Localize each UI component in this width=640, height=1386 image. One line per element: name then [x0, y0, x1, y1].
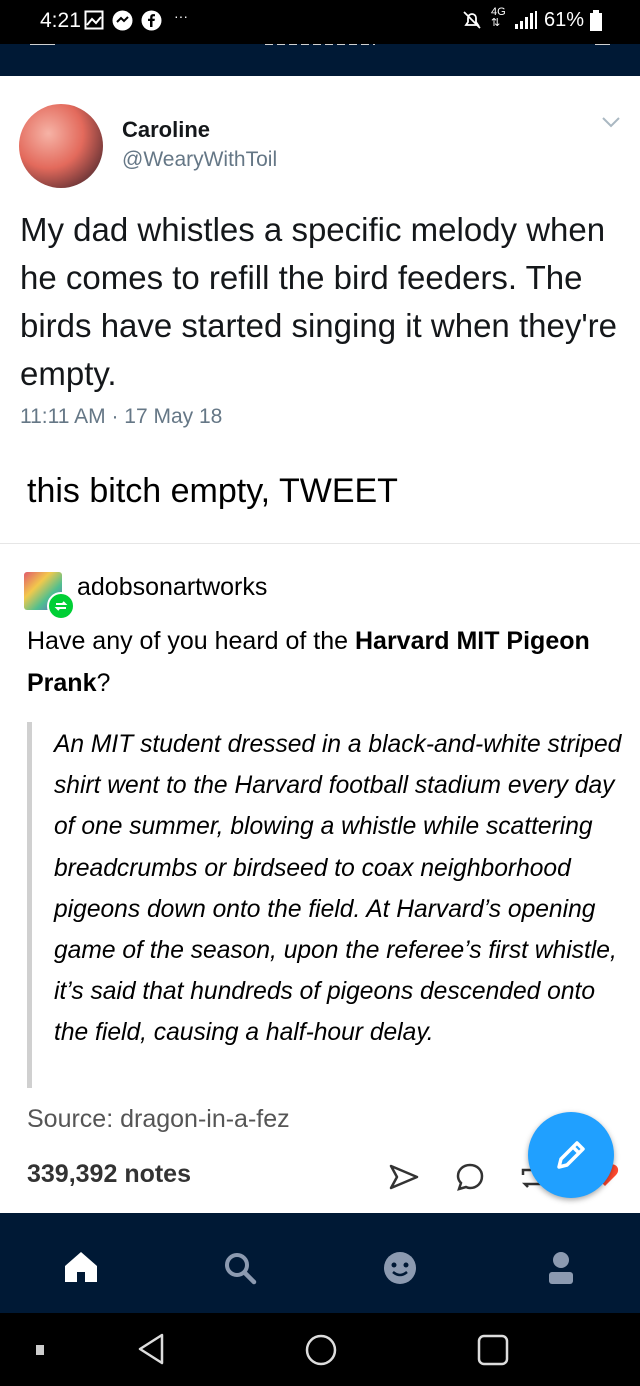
post-caption: this bitch empty, TWEET	[27, 472, 398, 510]
tweet-text: My dad whistles a specific melody when h…	[20, 211, 617, 392]
status-bar: 4:21 ··· 4G ⇅ 61%	[0, 0, 640, 44]
status-time: 4:21	[40, 9, 81, 32]
mute-icon	[462, 10, 482, 35]
activity-icon[interactable]	[381, 1250, 419, 1291]
account-icon[interactable]	[546, 1250, 576, 1291]
tweet-author-name[interactable]: Caroline	[122, 117, 210, 143]
reblog-badge-icon	[47, 592, 75, 620]
quote-text: An MIT student dressed in a black-and-wh…	[54, 731, 622, 1047]
post-question-suffix: ?	[96, 669, 111, 697]
tweet-avatar[interactable]	[19, 104, 103, 188]
pencil-icon	[557, 1141, 585, 1169]
reply-icon[interactable]	[455, 1162, 485, 1197]
quote-bar	[27, 722, 32, 1088]
share-icon[interactable]	[388, 1162, 420, 1197]
signal-icon	[514, 10, 538, 35]
notes-count[interactable]: 339,392 notes	[27, 1160, 191, 1189]
back-icon[interactable]	[136, 1332, 166, 1371]
post-source[interactable]: Source: dragon-in-a-fez	[27, 1105, 290, 1134]
post-question: Have any of you heard of the Harvard MIT…	[27, 620, 607, 704]
image-icon	[84, 10, 104, 35]
home-nav-icon[interactable]	[304, 1333, 338, 1372]
app-header	[0, 44, 640, 76]
tweet-timestamp[interactable]: 11:11 AM · 17 May 18	[20, 405, 222, 429]
battery-level: 61%	[544, 9, 585, 31]
compose-button[interactable]	[528, 1112, 614, 1198]
reblogger-username[interactable]: adobsonartworks	[77, 573, 267, 602]
facebook-icon	[141, 10, 162, 36]
more-icon: ···	[174, 8, 188, 24]
nav-indicator-icon	[35, 1343, 45, 1361]
recents-icon[interactable]	[476, 1333, 510, 1372]
chevron-down-icon[interactable]	[600, 115, 622, 134]
post-question-prefix: Have any of you heard of the	[27, 627, 355, 655]
divider	[0, 543, 640, 544]
header-divider-marks	[30, 44, 610, 45]
search-icon[interactable]	[222, 1250, 258, 1291]
home-icon[interactable]	[63, 1250, 99, 1289]
messenger-icon	[112, 10, 133, 36]
tweet-author-handle[interactable]: @WearyWithToil	[122, 148, 277, 172]
battery-icon	[589, 10, 603, 37]
4g-icon: 4G ⇅	[491, 6, 506, 29]
